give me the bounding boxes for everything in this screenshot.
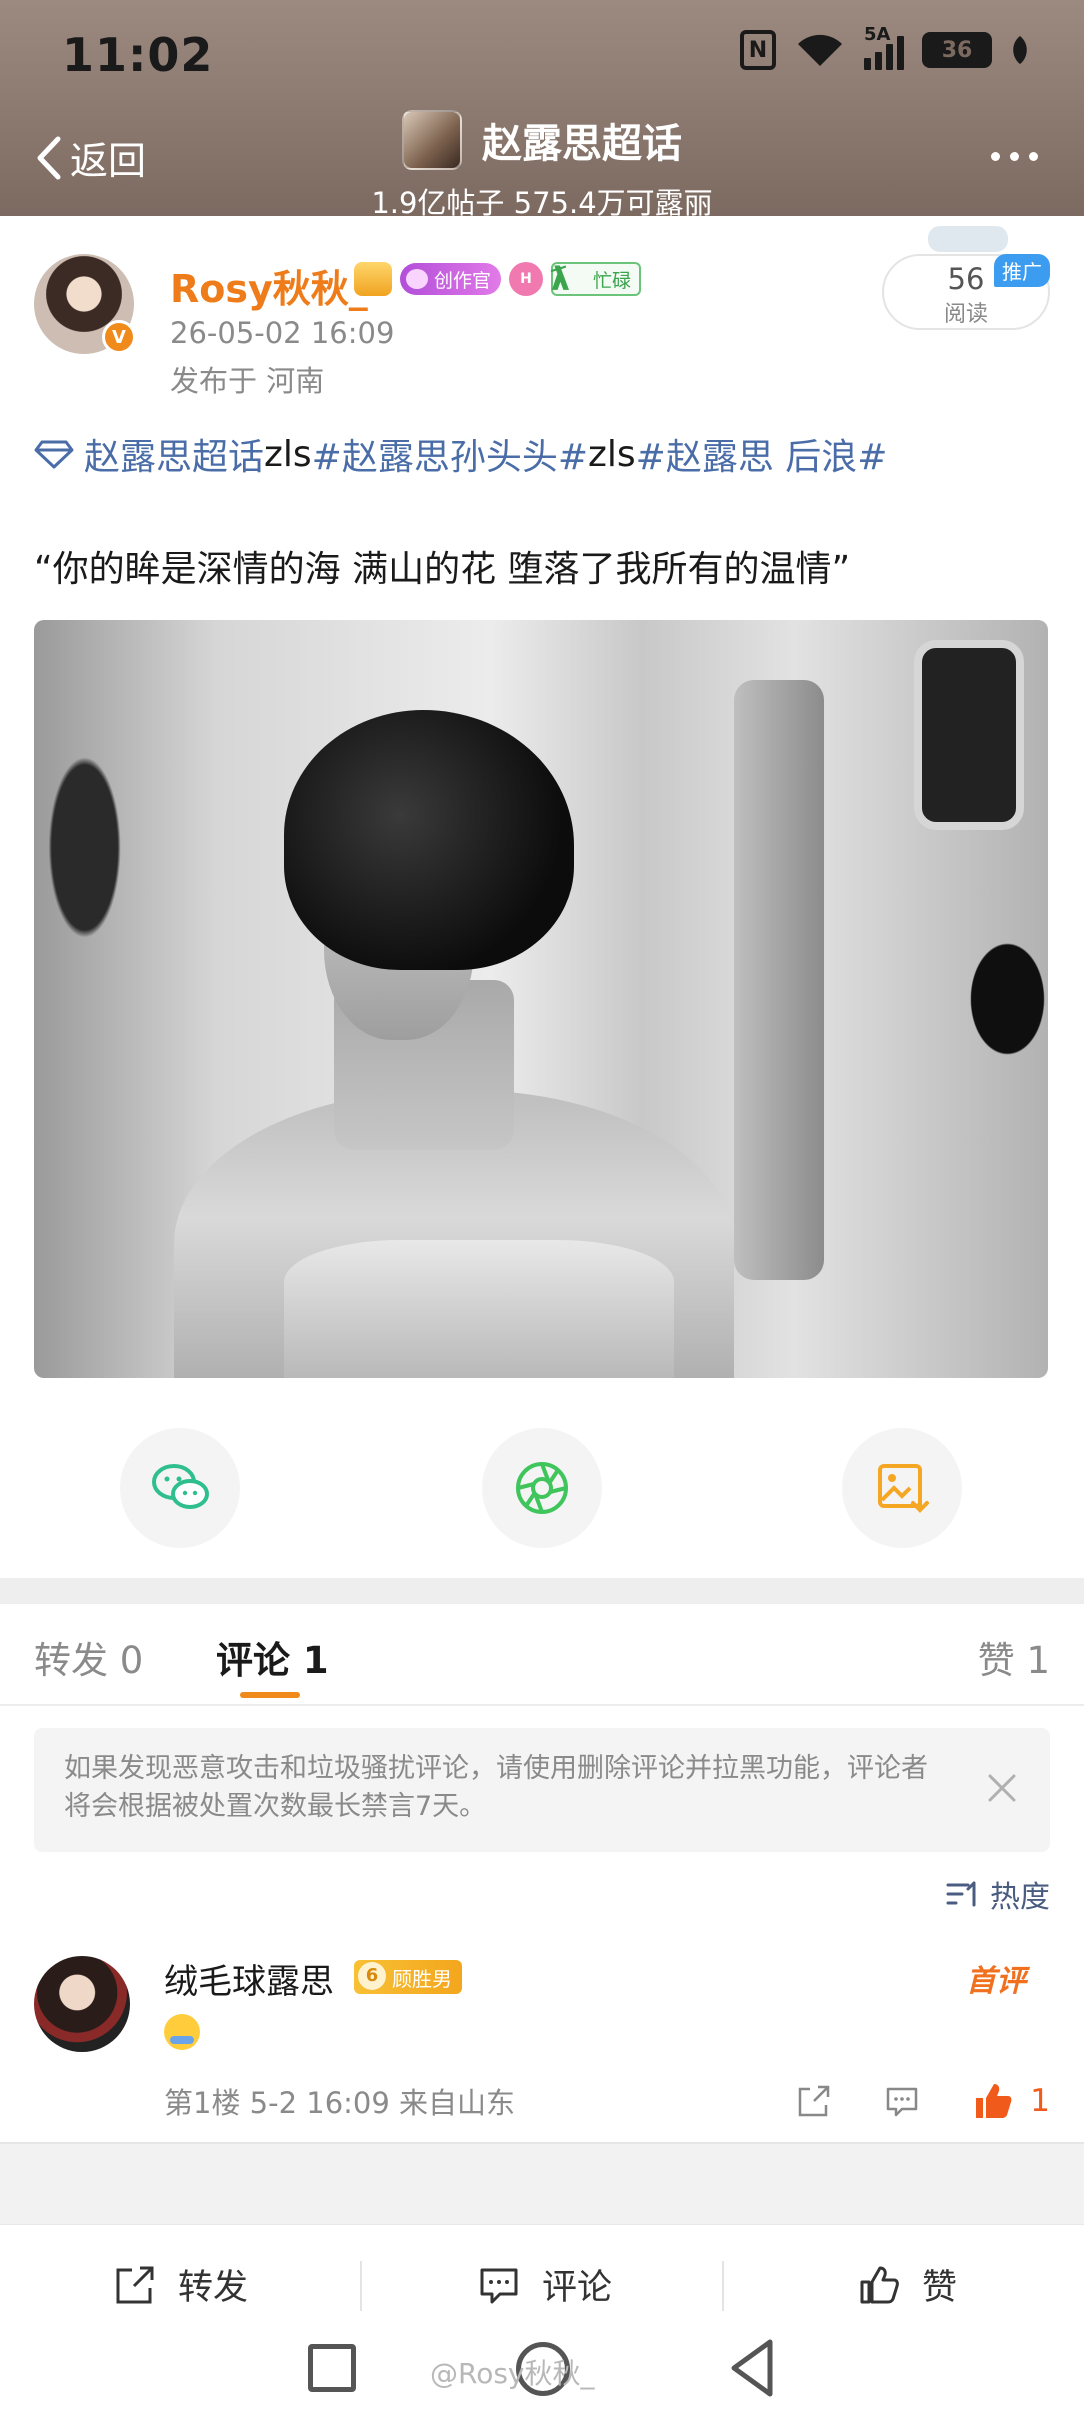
divider [360,2261,362,2311]
list-end-area [0,2142,1084,2224]
post-location: 发布于 河南 [170,364,325,398]
repost-button[interactable]: 转发 [114,2259,248,2310]
tag-text: zls [264,433,312,475]
post-author-block: V Rosy秋秋_ 创作官 H 忙碌 26-05-02 16:09 发布于 河南… [34,226,1050,404]
nfc-icon: N [740,30,776,70]
active-tab-indicator [240,1692,300,1698]
verified-icon: V [102,320,136,354]
commenter-avatar[interactable] [34,1956,130,2052]
commenter-name[interactable]: 绒毛球露思 [164,1954,334,2003]
more-options-button[interactable] [991,152,1038,161]
thumbs-up-icon [976,2084,1012,2118]
like-button[interactable]: 赞 [858,2259,957,2310]
share-comment-icon[interactable] [796,2083,832,2119]
post-text: “你的眸是深情的海 满山的花 堕落了我所有的温情” [34,549,851,590]
tag-supertopic[interactable]: 赵露思超话 [84,428,264,480]
comment-actions: 1 [796,2080,1050,2122]
tag-hashtag[interactable]: #赵露思 后浪# [636,428,888,480]
repost-label: 转发 [178,2268,249,2308]
tab-comment[interactable]: 评论 1 [216,1630,329,1684]
supertopic-diamond-icon [34,440,74,469]
divider [722,2261,724,2311]
fan-level-badge[interactable]: 顾胜男 [354,1960,462,1994]
read-label: 阅读 [943,302,988,327]
first-comment-badge: 首评 [966,1964,1026,1999]
sort-button[interactable]: 热度 [946,1872,1050,1916]
crown-badge-icon[interactable] [354,262,392,296]
emoji-icon [164,2014,200,2050]
tab-like[interactable]: 赞 1 [978,1630,1050,1684]
comment-like-count: 1 [1030,2083,1050,2119]
share-row [0,1428,1084,1548]
reply-comment-icon[interactable] [884,2083,920,2119]
wifi-icon [798,34,842,66]
comment-notice: 如果发现恶意攻击和垃圾骚扰评论，请使用删除评论并拉黑功能，评论者将会根据被处置次… [34,1728,1050,1852]
top-bar: 11:02 N 5A 36 返回 赵露思超话 1.9亿帖子 575.4万可露丽 [0,0,1084,220]
sort-label: 热度 [990,1880,1050,1915]
moments-icon [516,1462,568,1514]
recent-apps-button[interactable] [308,2344,356,2392]
status-time: 11:02 [62,28,214,82]
promote-badge[interactable]: 推广 [994,254,1050,287]
decoration-icon [928,226,1008,252]
tag-text: zls [588,433,636,475]
close-icon[interactable] [982,1768,1022,1808]
eco-leaf-icon [1013,36,1027,64]
section-divider [0,1578,1084,1604]
read-count-card[interactable]: 56 阅读 推广 [882,254,1050,330]
share-moments-button[interactable] [482,1428,602,1548]
topic-thumbnail [402,110,462,170]
sort-icon [946,1881,976,1907]
network-label: 5A [864,24,891,45]
busy-status-badge[interactable]: 忙碌 [551,260,642,298]
tab-repost[interactable]: 转发 0 [34,1630,143,1684]
post-tags: 赵露思超话 zls #赵露思孙头头# zls #赵露思 后浪# [34,428,887,480]
battery-icon: 36 [922,32,992,68]
share-wechat-button[interactable] [120,1428,240,1548]
tag-hashtag[interactable]: #赵露思孙头头# [312,428,588,480]
repost-icon [116,2266,154,2303]
topic-stats: 1.9亿帖子 575.4万可露丽 [371,186,713,220]
post-image[interactable] [34,620,1048,1378]
interaction-tabs: 转发 0 评论 1 赞 1 [0,1604,1084,1706]
status-icons: N 5A 36 [740,24,1030,70]
nav-back-icon[interactable] [728,2338,778,2398]
signal-icon: 5A [864,24,904,70]
topic-title: 赵露思超话 [482,121,682,167]
save-image-icon [878,1464,929,1513]
thumbs-up-icon [860,2266,899,2303]
comment-meta: 第1楼 5-2 16:09 来自山东 [164,2086,516,2120]
creator-badge[interactable]: 创作官 [400,263,502,295]
like-label: 赞 [922,2268,958,2308]
save-image-button[interactable] [842,1428,962,1548]
topic-header[interactable]: 赵露思超话 1.9亿帖子 575.4万可露丽 [0,110,1084,222]
comment-like-button[interactable]: 1 [972,2080,1050,2122]
post-time: 26-05-02 16:09 [170,316,395,350]
notice-text: 如果发现恶意攻击和垃圾骚扰评论，请使用删除评论并拉黑功能，评论者将会根据被处置次… [64,1753,928,1822]
wechat-icon [152,1464,209,1509]
author-name[interactable]: Rosy秋秋_ [170,258,368,313]
gem-badge-icon[interactable]: H [509,262,544,296]
bottom-action-bar: 转发 评论 赞 [0,2224,1084,2344]
comment-button[interactable]: 评论 [478,2259,612,2310]
author-badges: 创作官 H 忙碌 [354,260,642,298]
watermark: @Rosy秋秋_ [430,2357,595,2390]
comment-label: 评论 [542,2268,613,2308]
comment-icon [480,2268,518,2303]
